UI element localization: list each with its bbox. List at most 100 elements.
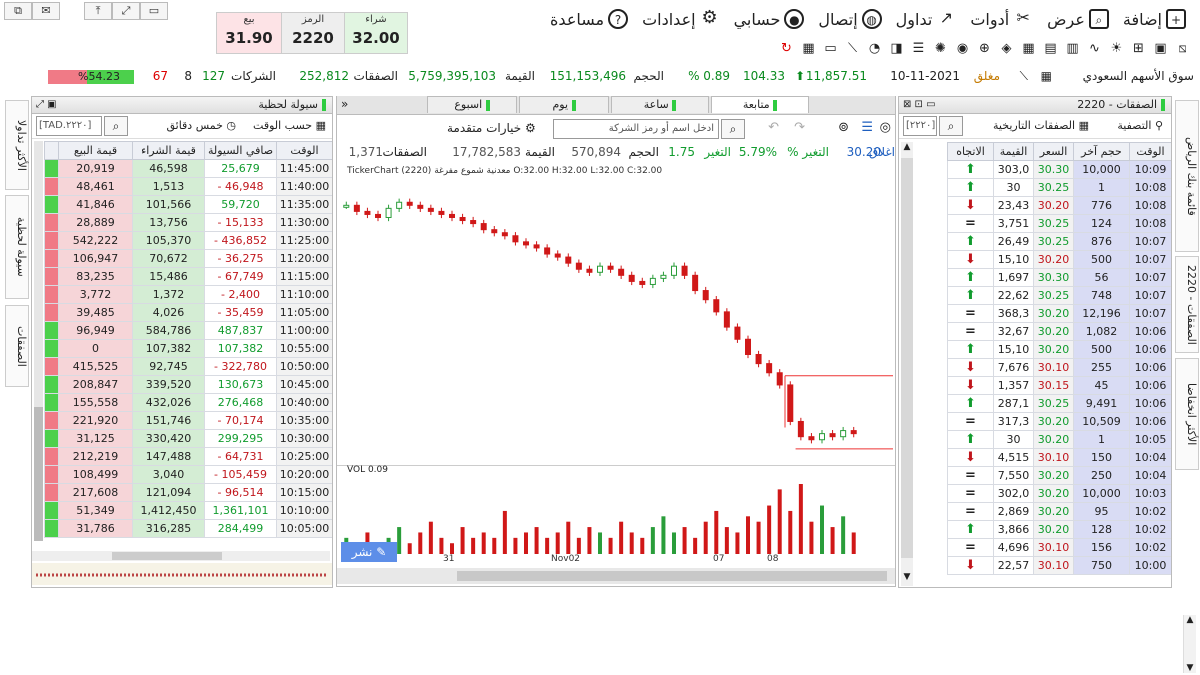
table-row[interactable]: 10:09 10,000 30.30 303,0 ⬆ <box>947 160 1171 179</box>
table-row[interactable]: 10:03 10,000 30.20 302,0 = <box>947 484 1171 503</box>
advanced-options-button[interactable]: ⚙ خيارات متقدمة <box>447 121 536 135</box>
table-row[interactable]: 10:08 1 30.25 30 ⬆ <box>947 178 1171 197</box>
table-row[interactable]: 10:30:00 299,295 330,420 31,125 <box>44 429 332 448</box>
col-sell[interactable]: قيمة البيع <box>58 141 133 160</box>
menu-trade[interactable]: ↗ تداول <box>892 6 961 32</box>
menu-tools[interactable]: ✂ أدوات <box>966 6 1037 32</box>
table-row[interactable]: 10:08 124 30.25 3,751 = <box>947 214 1171 233</box>
price-chart[interactable] <box>337 176 895 466</box>
table-row[interactable]: 11:10:00 2,400 -1,372 3,772 <box>44 285 332 304</box>
col-buy[interactable]: قيمة الشراء <box>132 141 205 160</box>
scroll-down-icon[interactable]: ▼ <box>1184 663 1196 673</box>
table-row[interactable]: 10:06 1,082 30.20 32,67 = <box>947 322 1171 341</box>
menu-view[interactable]: ⌕ عرض <box>1043 6 1113 32</box>
table-row[interactable]: 11:20:00 36,275 -70,672 106,947 <box>44 249 332 268</box>
table-row[interactable]: 10:04 150 30.10 4,515 ⬇ <box>947 448 1171 467</box>
table-row[interactable]: 10:40:00 276,468 432,026 155,558 <box>44 393 332 412</box>
share-button[interactable]: نشر ✎ <box>341 542 397 562</box>
alert-icon[interactable]: ◈ <box>999 41 1014 56</box>
table-row[interactable]: 11:05:00 35,459 -4,026 39,485 <box>44 303 332 322</box>
table-row[interactable]: 10:02 95 30.20 2,869 = <box>947 502 1171 521</box>
col-time[interactable]: الوقت <box>1129 142 1171 161</box>
target-icon[interactable]: ⊕ <box>977 41 992 56</box>
chart-search-icon[interactable]: ⌕ <box>721 119 745 139</box>
table-row[interactable]: 11:40:00 46,948 -1,513 48,461 <box>44 177 332 196</box>
table-row[interactable]: 10:06 9,491 30.25 287,1 ⬆ <box>947 394 1171 413</box>
scroll-down-icon[interactable]: ▼ <box>901 572 913 586</box>
five-min-button[interactable]: ◷ خمس دقائق <box>166 119 236 132</box>
table-row[interactable]: 10:07 56 30.30 1,697 ⬆ <box>947 268 1171 287</box>
menu-connect[interactable]: ◍ إتصال <box>814 6 885 32</box>
refresh-icon[interactable]: ↻ <box>779 41 794 56</box>
sidetab-trades[interactable]: الصفقات <box>5 305 29 387</box>
table-row[interactable]: 10:00 750 30.10 22,57 ⬇ <box>947 556 1171 575</box>
table-row[interactable]: 10:45:00 130,673 339,520 208,847 <box>44 375 332 394</box>
table-row[interactable]: 10:55:00 107,382 107,382 0 <box>44 339 332 358</box>
coin-icon[interactable]: ◉ <box>955 41 970 56</box>
trades-search-icon[interactable]: ⌕ <box>939 116 963 136</box>
panel-close-icon[interactable]: ▣ ⤢ <box>36 97 57 113</box>
table-row[interactable]: 11:45:00 25,679 46,598 20,919 <box>44 159 332 178</box>
filter-button[interactable]: ⚲ التصفية <box>1117 119 1163 132</box>
wave-icon[interactable]: ∿ <box>1087 41 1102 56</box>
table-row[interactable]: 10:07 876 30.25 26,49 ⬆ <box>947 232 1171 251</box>
at-icon[interactable]: ◎ <box>880 120 891 135</box>
by-time-button[interactable]: ▦ حسب الوقت <box>253 119 326 132</box>
liquidity-hscrollbar[interactable] <box>32 551 330 561</box>
briefcase-icon[interactable]: ▭ <box>823 41 838 56</box>
sidetab-trades-2220[interactable]: الصفقات - 2220 <box>1175 256 1199 353</box>
table-row[interactable]: 10:07 500 30.20 15,10 ⬇ <box>947 250 1171 269</box>
historical-trades-button[interactable]: ▦ الصفقات التاريخية <box>993 119 1089 132</box>
window-expand-icon[interactable]: ⤢ <box>112 2 140 20</box>
sheet-icon[interactable]: ▤ <box>1043 41 1058 56</box>
table-row[interactable]: 10:08 776 30.20 23,43 ⬇ <box>947 196 1171 215</box>
scroll-up-icon[interactable]: ▲ <box>1184 615 1196 625</box>
table-row[interactable]: 10:35:00 70,174 -151,746 221,920 <box>44 411 332 430</box>
col-value[interactable]: القيمة <box>993 142 1034 161</box>
menu-settings[interactable]: ⚙ إعدادات <box>638 6 723 32</box>
redo-icon[interactable]: ↷ <box>794 120 805 135</box>
table-row[interactable]: 10:10:00 1,361,101 1,412,450 51,349 <box>44 501 332 520</box>
chart-icon[interactable]: ▥ <box>1065 41 1080 56</box>
tab-week[interactable]: اسبوع <box>427 96 517 113</box>
gauge-icon[interactable]: ◔ <box>867 41 882 56</box>
table-row[interactable]: 11:35:00 59,720 101,566 41,846 <box>44 195 332 214</box>
tab-hour[interactable]: ساعة <box>611 96 709 113</box>
table-row[interactable]: 10:05:00 284,499 316,285 31,786 <box>44 519 332 538</box>
table-row[interactable]: 10:20:00 105,459 -3,040 108,499 <box>44 465 332 484</box>
bars-icon[interactable]: ☰ <box>861 120 873 135</box>
trades-symbol-input[interactable]: [٢٢٢٠] <box>903 116 937 136</box>
window-pin-icon[interactable]: ⤒ <box>84 2 112 20</box>
search-icon[interactable]: ⌕ <box>104 116 128 136</box>
menu-add[interactable]: + إضافة <box>1119 6 1190 32</box>
table-row[interactable]: 10:06 10,509 30.20 317,3 = <box>947 412 1171 431</box>
table-row[interactable]: 10:07 12,196 30.20 368,3 = <box>947 304 1171 323</box>
undo-icon[interactable]: ↶ <box>768 120 779 135</box>
table-row[interactable]: 10:06 255 30.10 7,676 ⬇ <box>947 358 1171 377</box>
col-net[interactable]: صافي السيولة <box>204 141 277 160</box>
table-row[interactable]: 11:25:00 436,852 -105,370 542,222 <box>44 231 332 250</box>
scroll-up-icon[interactable]: ▲ <box>901 142 913 156</box>
monitor-icon[interactable]: ▣ <box>1153 41 1168 56</box>
scrollbar-thumb[interactable] <box>34 407 43 541</box>
window-record-icon[interactable]: ▭ <box>140 2 168 20</box>
news-icon[interactable]: ◨ <box>889 41 904 56</box>
menu-help[interactable]: ? مساعدة <box>546 6 632 32</box>
table-row[interactable]: 10:25:00 64,731 -147,488 212,219 <box>44 447 332 466</box>
table-row[interactable]: 10:02 128 30.20 3,866 ⬆ <box>947 520 1171 539</box>
table-row[interactable]: 10:50:00 322,780 -92,745 415,525 <box>44 357 332 376</box>
table-row[interactable]: 10:06 500 30.20 15,10 ⬆ <box>947 340 1171 359</box>
company-search-input[interactable]: ادخل اسم أو رمز الشركة <box>553 119 719 139</box>
tab-day[interactable]: يوم <box>519 96 609 113</box>
table-row[interactable]: 10:06 45 30.15 1,357 ⬇ <box>947 376 1171 395</box>
sidetab-most-active[interactable]: الأكثر تداولا <box>5 100 29 190</box>
compass-icon[interactable]: ✺ <box>933 41 948 56</box>
grid-icon[interactable]: ⊞ <box>1131 41 1146 56</box>
col-price[interactable]: السعر <box>1033 142 1074 161</box>
symbol-box[interactable]: الرمز 2220 <box>281 12 345 54</box>
col-last-volume[interactable]: حجم آخر <box>1073 142 1130 161</box>
table-row[interactable]: 11:15:00 67,749 -15,486 83,235 <box>44 267 332 286</box>
calculator-icon[interactable]: ▦ <box>801 41 816 56</box>
window-restore-icon[interactable]: ⧉ <box>4 2 32 20</box>
chart-hscrollbar[interactable] <box>337 568 895 584</box>
